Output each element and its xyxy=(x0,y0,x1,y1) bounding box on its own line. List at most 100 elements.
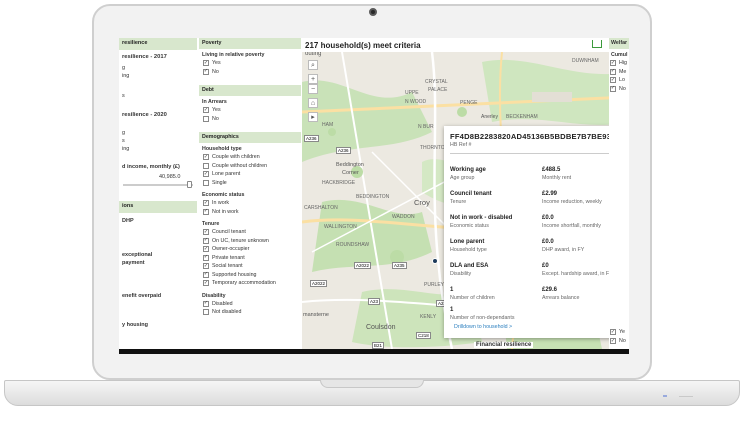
checkbox-tenure[interactable]: ✓ Supported housing xyxy=(199,271,301,280)
checkbox-icon[interactable]: ✓ xyxy=(610,329,616,336)
checkbox-icon[interactable]: ✓ xyxy=(203,154,209,161)
map-label: PURLEY xyxy=(424,282,445,288)
map-label: CRYSTAL xyxy=(425,79,448,85)
checkbox-icon[interactable]: ✓ xyxy=(610,85,616,92)
checkbox-icon[interactable]: ✓ xyxy=(203,300,209,307)
checkbox-icon[interactable]: ✓ xyxy=(203,68,209,75)
welfare-checkbox[interactable]: ✓ Hig xyxy=(609,59,629,68)
checkbox-icon[interactable]: ✓ xyxy=(203,200,209,207)
checkbox-icon[interactable]: ✓ xyxy=(203,208,209,215)
checkbox-icon[interactable]: ✓ xyxy=(203,237,209,244)
welfare-checkbox[interactable]: ✓ Ye xyxy=(609,328,626,337)
household-card: FF4D8B2283820AD45136B5BDBE7B7BE93C9 HB R… xyxy=(444,126,626,338)
field-value: £0 xyxy=(542,263,549,269)
divider xyxy=(450,153,626,154)
map-label: WADDON xyxy=(392,214,415,220)
checkbox-tenure[interactable]: ✓ Social tenant xyxy=(199,262,301,271)
checkbox-icon[interactable]: ✓ xyxy=(203,60,209,67)
field-label: Arrears balance xyxy=(542,295,580,301)
print-icon[interactable] xyxy=(592,40,602,48)
field-value: £488.5 xyxy=(542,167,561,173)
checkbox-tenure[interactable]: ✓ Temporary accommodation xyxy=(199,279,301,288)
income-slider-track[interactable] xyxy=(123,184,193,186)
checkbox-icon[interactable] xyxy=(203,115,209,122)
checkbox-tenure[interactable]: ✓ Owner-occupier xyxy=(199,245,301,254)
welfare-checkbox[interactable]: ✓ Lo xyxy=(609,76,629,85)
map-label: HAM xyxy=(322,122,334,128)
map-canvas[interactable]: ⌕ + − ⌂ ▸ outing UPPE CRYSTAL PALACE N W… xyxy=(302,52,629,349)
bottom-panel-title: Financial resilience xyxy=(474,342,534,348)
income-label: d income, monthly (£) xyxy=(122,164,180,170)
checkbox-economic[interactable]: ✓ Not in work xyxy=(199,208,301,217)
checkbox-icon[interactable] xyxy=(203,162,209,169)
household-id: FF4D8B2283820AD45136B5BDBE7B7BE93C9 xyxy=(450,132,622,141)
field-label: Age group xyxy=(450,175,475,181)
vent-line xyxy=(679,396,693,397)
field-label: Tenure xyxy=(450,199,467,205)
checkbox-icon[interactable]: ✓ xyxy=(610,77,616,84)
checkbox-icon[interactable]: ✓ xyxy=(203,263,209,270)
checkbox-icon[interactable]: ✓ xyxy=(203,280,209,287)
checkbox-icon[interactable]: ✓ xyxy=(203,107,209,114)
welfare-checkbox[interactable]: ✓ Me xyxy=(609,68,629,77)
checkbox-poverty-yes[interactable]: ✓ Yes xyxy=(199,59,301,68)
checkbox-tenure[interactable]: ✓ Private tenant xyxy=(199,254,301,263)
welfare-checkbox[interactable]: ✓ No xyxy=(609,337,627,346)
checkbox-arrears-no[interactable]: No xyxy=(199,115,301,124)
road-marker: A236 xyxy=(336,147,351,154)
income-slider-handle[interactable] xyxy=(187,181,192,188)
checkbox-tenure[interactable]: ✓ Council tenant xyxy=(199,228,301,237)
status-led xyxy=(663,395,667,397)
field-label: Income reduction, weekly xyxy=(542,199,602,205)
checkbox-household[interactable]: ✓ Couple with children xyxy=(199,153,301,162)
checkbox-icon[interactable]: ✓ xyxy=(203,271,209,278)
field-label: Economic status xyxy=(450,223,489,229)
checkbox-icon[interactable]: ✓ xyxy=(203,229,209,236)
household-marker[interactable] xyxy=(432,258,438,264)
camera-icon xyxy=(369,8,377,16)
checkbox-household[interactable]: ✓ Lone parent xyxy=(199,170,301,179)
laptop-notch xyxy=(320,380,424,388)
expand-icon[interactable]: ▸ xyxy=(308,112,318,122)
field-value: Council tenant xyxy=(450,191,492,197)
checkbox-icon[interactable]: ✓ xyxy=(610,60,616,67)
app-screen: resilience resilience - 2017 g ing s res… xyxy=(119,38,629,354)
checkbox-disability[interactable]: Not disabled xyxy=(199,308,301,317)
checkbox-icon[interactable] xyxy=(203,179,209,186)
map-label: Croy xyxy=(414,198,430,207)
checkbox-household[interactable]: Couple without children xyxy=(199,162,301,171)
checkbox-icon[interactable]: ✓ xyxy=(203,246,209,253)
checkbox-disability[interactable]: ✓ Disabled xyxy=(199,300,301,309)
search-map-icon[interactable]: ⌕ xyxy=(308,60,318,70)
map-label: CARSHALTON xyxy=(304,205,338,211)
checkbox-icon[interactable]: ✓ xyxy=(610,338,616,345)
checkbox-icon[interactable]: ✓ xyxy=(610,68,616,75)
demographics-header: Demographics xyxy=(199,132,301,143)
checkbox-tenure[interactable]: ✓ On UC, tenure unknown xyxy=(199,237,301,246)
checkbox-household[interactable]: Single xyxy=(199,179,301,188)
field-value: £0.0 xyxy=(542,239,554,245)
checkbox-icon[interactable] xyxy=(203,309,209,316)
field-value: DLA and ESA xyxy=(450,263,489,269)
map-label: outing xyxy=(305,52,322,57)
checkbox-poverty-no[interactable]: ✓ No xyxy=(199,68,301,77)
field-label: DHP award, in FY xyxy=(542,247,585,253)
field-value: £0.0 xyxy=(542,215,554,221)
road-marker: A23 xyxy=(368,298,381,305)
zoom-out-button[interactable]: − xyxy=(308,84,318,94)
page-title: 217 household(s) meet criteria xyxy=(302,38,629,52)
map-label: WALLINGTON xyxy=(324,224,357,230)
checkbox-icon[interactable]: ✓ xyxy=(203,254,209,261)
welfare-checkbox[interactable]: ✓ No xyxy=(609,85,629,94)
road-marker: A2022 xyxy=(354,262,372,269)
checkbox-economic[interactable]: ✓ In work xyxy=(199,199,301,208)
zoom-in-button[interactable]: + xyxy=(308,74,318,84)
tenure-title: Tenure xyxy=(202,221,220,227)
home-icon[interactable]: ⌂ xyxy=(308,98,318,108)
checkbox-arrears-yes[interactable]: ✓ Yes xyxy=(199,106,301,115)
checkbox-icon[interactable]: ✓ xyxy=(203,171,209,178)
field-label: Household type xyxy=(450,247,487,253)
drilldown-link[interactable]: Drilldown to household > xyxy=(454,324,512,330)
left-panel-header: resilience xyxy=(119,38,197,50)
section-title: resilience - 2017 xyxy=(122,54,167,60)
